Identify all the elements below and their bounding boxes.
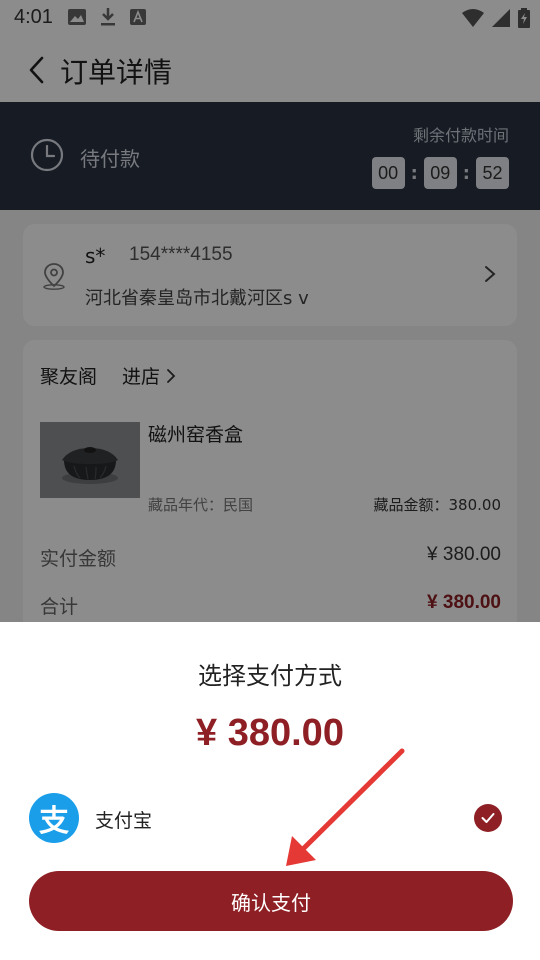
payment-sheet: 选择支付方式 ¥ 380.00 支 支付宝 确认支付	[0, 622, 540, 960]
payment-method-selected[interactable]	[474, 804, 502, 832]
confirm-pay-button[interactable]: 确认支付	[29, 871, 513, 931]
payment-amount: ¥ 380.00	[196, 712, 344, 754]
payment-sheet-title: 选择支付方式	[198, 662, 342, 690]
payment-method-label[interactable]: 支付宝	[95, 806, 152, 833]
check-icon	[481, 813, 495, 823]
alipay-glyph: 支	[39, 804, 69, 839]
alipay-icon: 支	[29, 793, 79, 843]
